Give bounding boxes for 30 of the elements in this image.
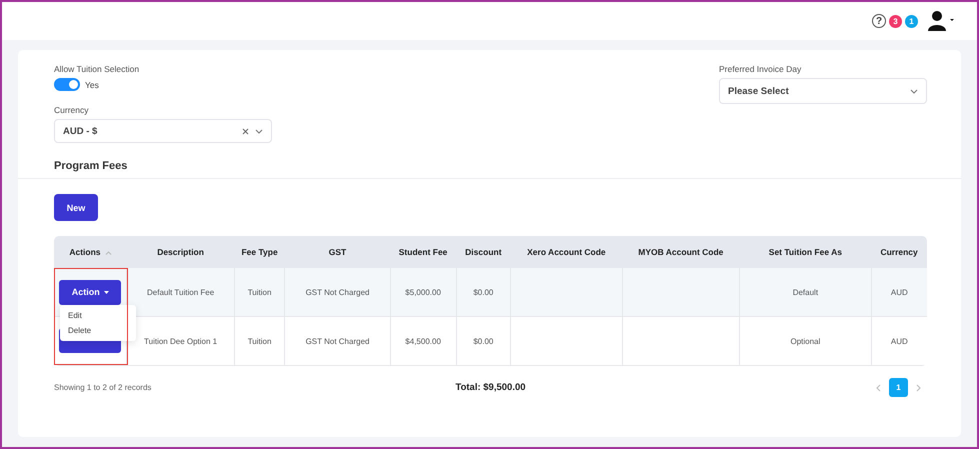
column-header: Currency (871, 236, 927, 268)
table-cell: $0.00 (473, 288, 494, 296)
table-cell: GST Not Charged (306, 288, 370, 296)
toggle-label: Yes (85, 80, 99, 90)
column-header: Discount (456, 236, 511, 268)
column-header: GST (284, 236, 390, 268)
table-cell: Tuition Dee Option 1 (144, 336, 218, 346)
table-cell: $0.00 (473, 336, 494, 346)
column-header: Description (126, 236, 234, 268)
total-amount: Total: $9,500.00 (455, 382, 526, 393)
table-cell: $5,000.00 (405, 288, 441, 296)
table-cell: AUD (890, 288, 908, 296)
column-header: MYOB Account Code (622, 236, 740, 268)
column-header: Fee Type (234, 236, 285, 268)
table-cell: Tuition (248, 288, 272, 296)
field-label: Currency (54, 105, 90, 115)
table-cell: Tuition (248, 336, 272, 346)
column-header: Student Fee (390, 236, 456, 268)
table-cell: $4,500.00 (405, 336, 441, 346)
field-label: Allow Tuition Selection (54, 64, 140, 74)
column-header: Set Tuition Fee As (740, 236, 872, 268)
table-cell: Default Tuition Fee (147, 288, 214, 296)
column-header: Xero Account Code (510, 236, 622, 268)
table-cell: Default (792, 288, 818, 296)
records-summary: Showing 1 to 2 of 2 records (54, 383, 152, 392)
section-title: Program Fees (54, 160, 128, 174)
table-cell: Optional (790, 336, 820, 346)
table-cell: GST Not Charged (306, 336, 370, 346)
field-label: Preferred Invoice Day (719, 64, 802, 74)
table-cell: AUD (890, 336, 908, 346)
